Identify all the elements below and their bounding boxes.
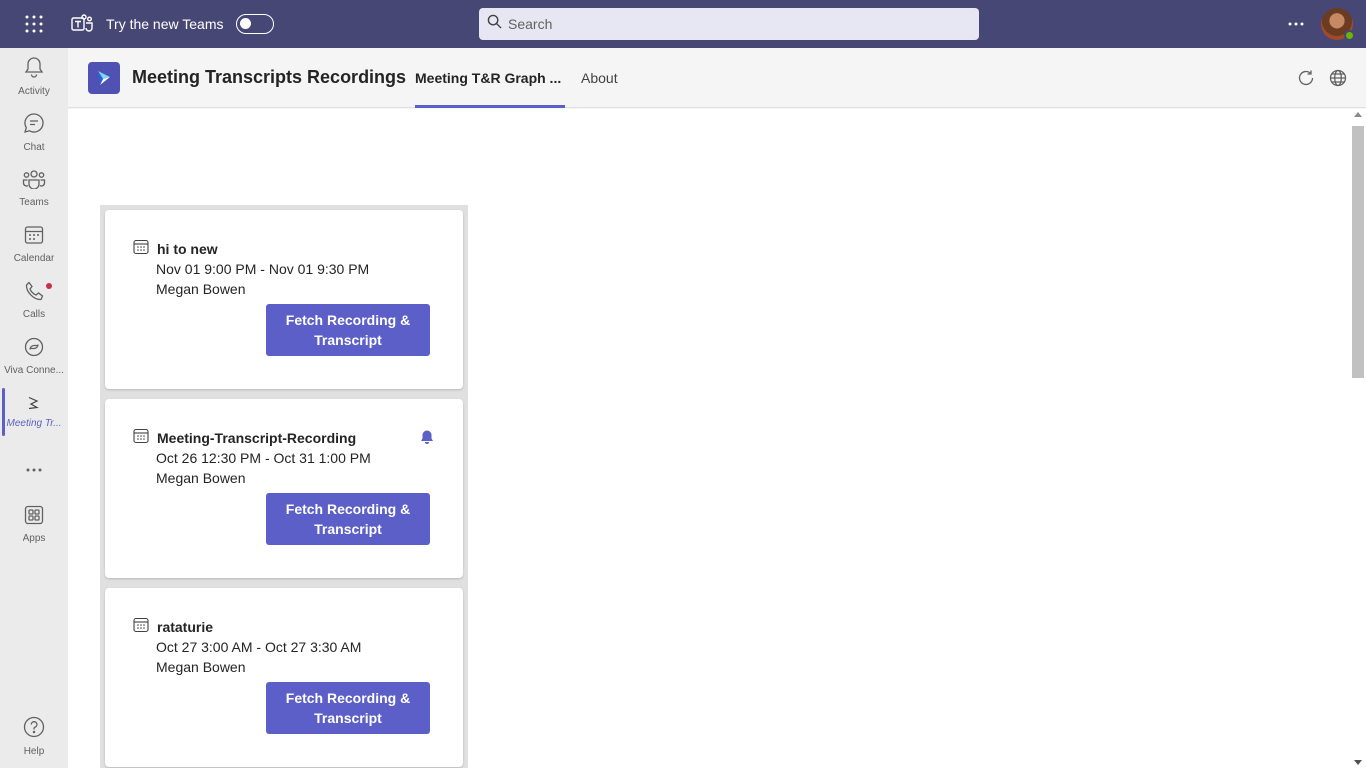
phone-icon [24, 281, 44, 306]
help-icon [23, 716, 45, 743]
scroll-up-arrow-icon[interactable] [1354, 112, 1362, 117]
top-bar: Try the new Teams [0, 0, 1366, 48]
toggle-knob [239, 18, 251, 29]
rail-item-label: Teams [19, 196, 49, 208]
calendar-icon [24, 225, 44, 250]
meeting-time: Oct 27 3:00 AM - Oct 27 3:30 AM [156, 639, 362, 655]
rail-item-apps[interactable]: Apps [0, 496, 68, 552]
app-launcher-icon[interactable] [0, 0, 68, 48]
fetch-recording-transcript-button[interactable]: Fetch Recording & Transcript [266, 493, 430, 545]
rail-item-label: Activity [18, 85, 50, 97]
meeting-title: hi to new [157, 241, 218, 257]
search-icon [487, 14, 502, 34]
tab-label: About [581, 70, 618, 86]
meeting-card: hi to new Nov 01 9:00 PM - Nov 01 9:30 P… [105, 210, 463, 389]
rail-item-meeting-transcripts[interactable]: Meeting Tr... [0, 384, 68, 440]
app-bar: Activity Chat Teams Calendar Calls Viva … [0, 48, 68, 768]
rail-item-label: Viva Conne... [4, 364, 64, 376]
tab-about[interactable]: About [581, 48, 618, 108]
more-options-icon[interactable] [1284, 12, 1308, 36]
globe-icon[interactable] [1328, 68, 1348, 88]
meeting-card: rataturie Oct 27 3:00 AM - Oct 27 3:30 A… [105, 588, 463, 767]
viva-connections-icon [24, 337, 44, 362]
rail-item-label: Calendar [13, 252, 55, 264]
new-teams-toggle[interactable] [235, 14, 274, 34]
meeting-card: Meeting-Transcript-Recording Oct 26 12:3… [105, 399, 463, 578]
meeting-transcripts-icon [27, 396, 41, 415]
teams-icon [22, 169, 46, 194]
help-label: Help [23, 746, 45, 757]
user-avatar[interactable] [1321, 8, 1355, 41]
fetch-recording-transcript-button[interactable]: Fetch Recording & Transcript [266, 682, 430, 734]
bell-icon [24, 56, 44, 83]
search-input[interactable] [508, 16, 948, 32]
rail-item-calls[interactable]: Calls [0, 272, 68, 328]
more-horizontal-icon [26, 459, 42, 477]
try-new-teams-label: Try the new Teams [106, 16, 224, 32]
app-title: Meeting Transcripts Recordings [132, 67, 407, 87]
meeting-organizer: Megan Bowen [156, 470, 246, 486]
notification-dot [46, 283, 52, 289]
help-button[interactable]: Help [0, 716, 68, 768]
rail-item-label: Apps [22, 532, 46, 544]
fetch-recording-transcript-button[interactable]: Fetch Recording & Transcript [266, 304, 430, 356]
meeting-title: rataturie [157, 619, 214, 635]
calendar-icon [133, 617, 149, 633]
rail-item-label: Meeting Tr... [6, 417, 62, 429]
vertical-scrollbar[interactable] [1350, 109, 1366, 768]
meeting-title: Meeting-Transcript-Recording [157, 430, 357, 446]
rail-item-teams[interactable]: Teams [0, 160, 68, 216]
rail-item-chat[interactable]: Chat [0, 104, 68, 160]
tab-meeting-graph[interactable]: Meeting T&R Graph ... [415, 48, 565, 108]
presence-available-badge [1344, 30, 1355, 41]
chat-icon [23, 112, 45, 139]
search-box[interactable] [479, 8, 979, 40]
refresh-icon[interactable] [1296, 68, 1316, 88]
rail-item-label: Chat [23, 141, 45, 153]
tab-label: Meeting T&R Graph ... [415, 70, 562, 86]
teams-logo-icon [70, 12, 94, 36]
meeting-time: Oct 26 12:30 PM - Oct 31 1:00 PM [156, 450, 371, 466]
meeting-organizer: Megan Bowen [156, 281, 246, 297]
meeting-organizer: Megan Bowen [156, 659, 246, 675]
meeting-time: Nov 01 9:00 PM - Nov 01 9:30 PM [156, 261, 370, 277]
rail-item-viva-connections[interactable]: Viva Conne... [0, 328, 68, 384]
apps-icon [24, 505, 44, 530]
rail-item-calendar[interactable]: Calendar [0, 216, 68, 272]
more-apps-button[interactable] [0, 440, 68, 496]
calendar-icon [133, 239, 149, 255]
app-header: Meeting Transcripts Recordings Meeting T… [68, 48, 1366, 108]
calendar-icon [133, 428, 149, 444]
scroll-thumb[interactable] [1352, 126, 1364, 378]
rail-item-label: Calls [22, 308, 46, 320]
app-logo-icon [88, 62, 120, 94]
notification-bell-icon[interactable] [419, 429, 435, 445]
scroll-down-arrow-icon[interactable] [1354, 760, 1362, 765]
rail-item-activity[interactable]: Activity [0, 48, 68, 104]
